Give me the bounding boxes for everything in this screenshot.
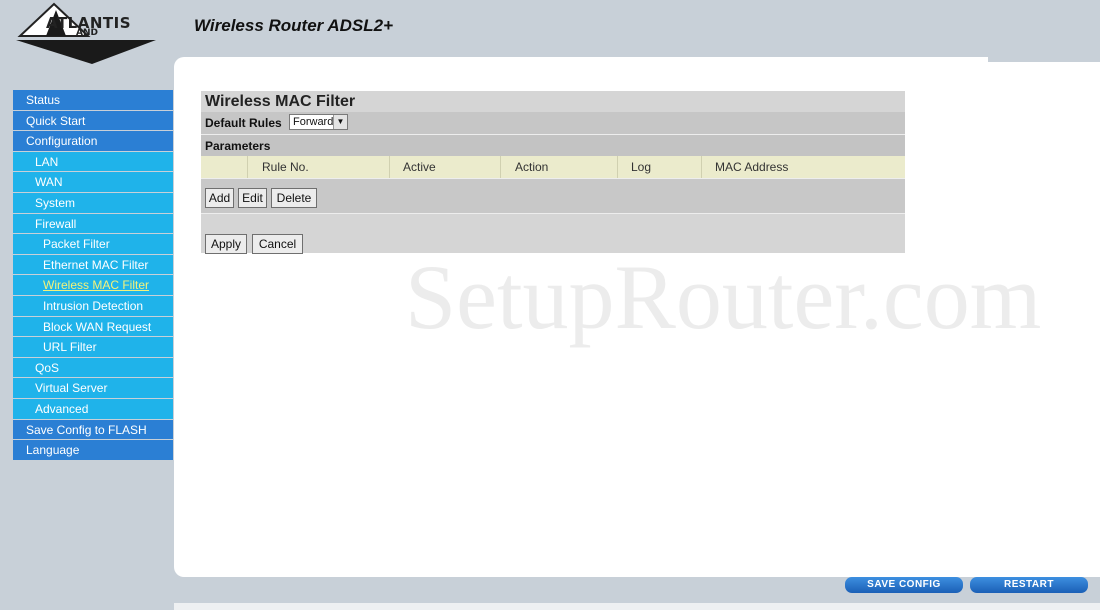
sidebar-item-packet-filter[interactable]: Packet Filter (13, 234, 173, 255)
sidebar-item-quick-start[interactable]: Quick Start (13, 110, 173, 132)
delete-button[interactable]: Delete (271, 188, 317, 208)
sidebar-item-label: Advanced (35, 401, 89, 416)
sidebar-item-label: Block WAN Request (43, 319, 152, 334)
panel-corner-fill (988, 62, 1100, 82)
sidebar-item-label: Configuration (26, 134, 98, 149)
sidebar-item-configuration[interactable]: Configuration (13, 131, 173, 152)
sidebar-item-language[interactable]: Language (13, 440, 173, 461)
sidebar-item-label: QoS (35, 360, 60, 375)
sidebar-item-label: Firewall (35, 216, 77, 231)
sidebar-item-label: Intrusion Detection (43, 298, 144, 313)
column-header-select (201, 156, 248, 178)
logo-brand-subtext: AND (76, 28, 98, 38)
sidebar-item-label: Ethernet MAC Filter (43, 257, 149, 272)
sidebar-item-intrusion-detection[interactable]: Intrusion Detection (13, 295, 173, 317)
sidebar-item-label: System (35, 195, 76, 210)
rule-actions-row: Add Edit Delete (201, 178, 905, 213)
sidebar-item-label: WAN (35, 175, 63, 190)
parameters-header: Parameters (201, 134, 905, 156)
sidebar-item-status[interactable]: Status (13, 90, 173, 111)
sidebar-item-label: Packet Filter (43, 237, 110, 252)
sidebar-item-advanced[interactable]: Advanced (13, 398, 173, 420)
sidebar-item-system[interactable]: System (13, 192, 173, 214)
sidebar-item-label: Language (26, 443, 80, 458)
cancel-button[interactable]: Cancel (252, 234, 303, 254)
sidebar-item-virtual-server[interactable]: Virtual Server (13, 378, 173, 399)
sidebar-item-label: LAN (35, 154, 59, 169)
sidebar-item-lan[interactable]: LAN (13, 151, 173, 173)
sidebar-item-ethernet-mac-filter[interactable]: Ethernet MAC Filter (13, 254, 173, 276)
add-button[interactable]: Add (205, 188, 234, 208)
edit-button[interactable]: Edit (238, 188, 267, 208)
sidebar-item-label: Quick Start (26, 113, 86, 128)
restart-button[interactable]: RESTART (970, 577, 1088, 593)
sidebar-item-label: Save Config to FLASH (26, 422, 147, 437)
default-rules-value: Forward (293, 116, 334, 128)
sidebar-item-url-filter[interactable]: URL Filter (13, 337, 173, 358)
column-header-mac-address: MAC Address (715, 160, 789, 174)
sidebar-item-wireless-mac-filter[interactable]: Wireless MAC Filter (13, 275, 173, 296)
header: ATLANTIS AND Wireless Router ADSL2+ (0, 0, 1100, 64)
sidebar-item-label: URL Filter (43, 340, 97, 355)
column-header-log: Log (618, 156, 702, 178)
default-rules-row: Default Rules Forward ▼ (201, 112, 905, 134)
sidebar-item-block-wan-request[interactable]: Block WAN Request (13, 316, 173, 338)
atlantis-logo: ATLANTIS AND (16, 2, 161, 64)
sidebar-item-wan[interactable]: WAN (13, 172, 173, 193)
sidebar-item-label: Wireless MAC Filter (43, 278, 150, 293)
sidebar-nav: Status Quick Start Configuration LAN WAN… (13, 90, 173, 461)
column-header-rule-no: Rule No. (248, 156, 390, 178)
bottom-strip (174, 603, 1100, 610)
app-title: Wireless Router ADSL2+ (194, 16, 394, 35)
sidebar-item-qos[interactable]: QoS (13, 357, 173, 379)
default-rules-label: Default Rules (205, 116, 282, 130)
sidebar-item-save-config-flash[interactable]: Save Config to FLASH (13, 419, 173, 441)
page-title: Wireless MAC Filter (201, 91, 905, 112)
default-rules-select[interactable]: Forward ▼ (289, 114, 348, 130)
sidebar-item-label: Virtual Server (35, 381, 108, 396)
watermark: SetupRouter.com (405, 246, 1042, 348)
sidebar-item-firewall[interactable]: Firewall (13, 213, 173, 235)
sidebar-item-label: Status (26, 93, 61, 107)
mac-filter-form: Wireless MAC Filter Default Rules Forwar… (201, 91, 905, 254)
apply-row: Apply Cancel (201, 213, 905, 254)
column-header-action: Action (501, 156, 618, 178)
column-header-active: Active (390, 156, 501, 178)
apply-button[interactable]: Apply (205, 234, 247, 254)
dropdown-arrow-icon: ▼ (333, 115, 347, 129)
table-header-row: Rule No. Active Action Log MAC Address (201, 156, 905, 178)
save-config-button[interactable]: SAVE CONFIG (845, 577, 963, 593)
